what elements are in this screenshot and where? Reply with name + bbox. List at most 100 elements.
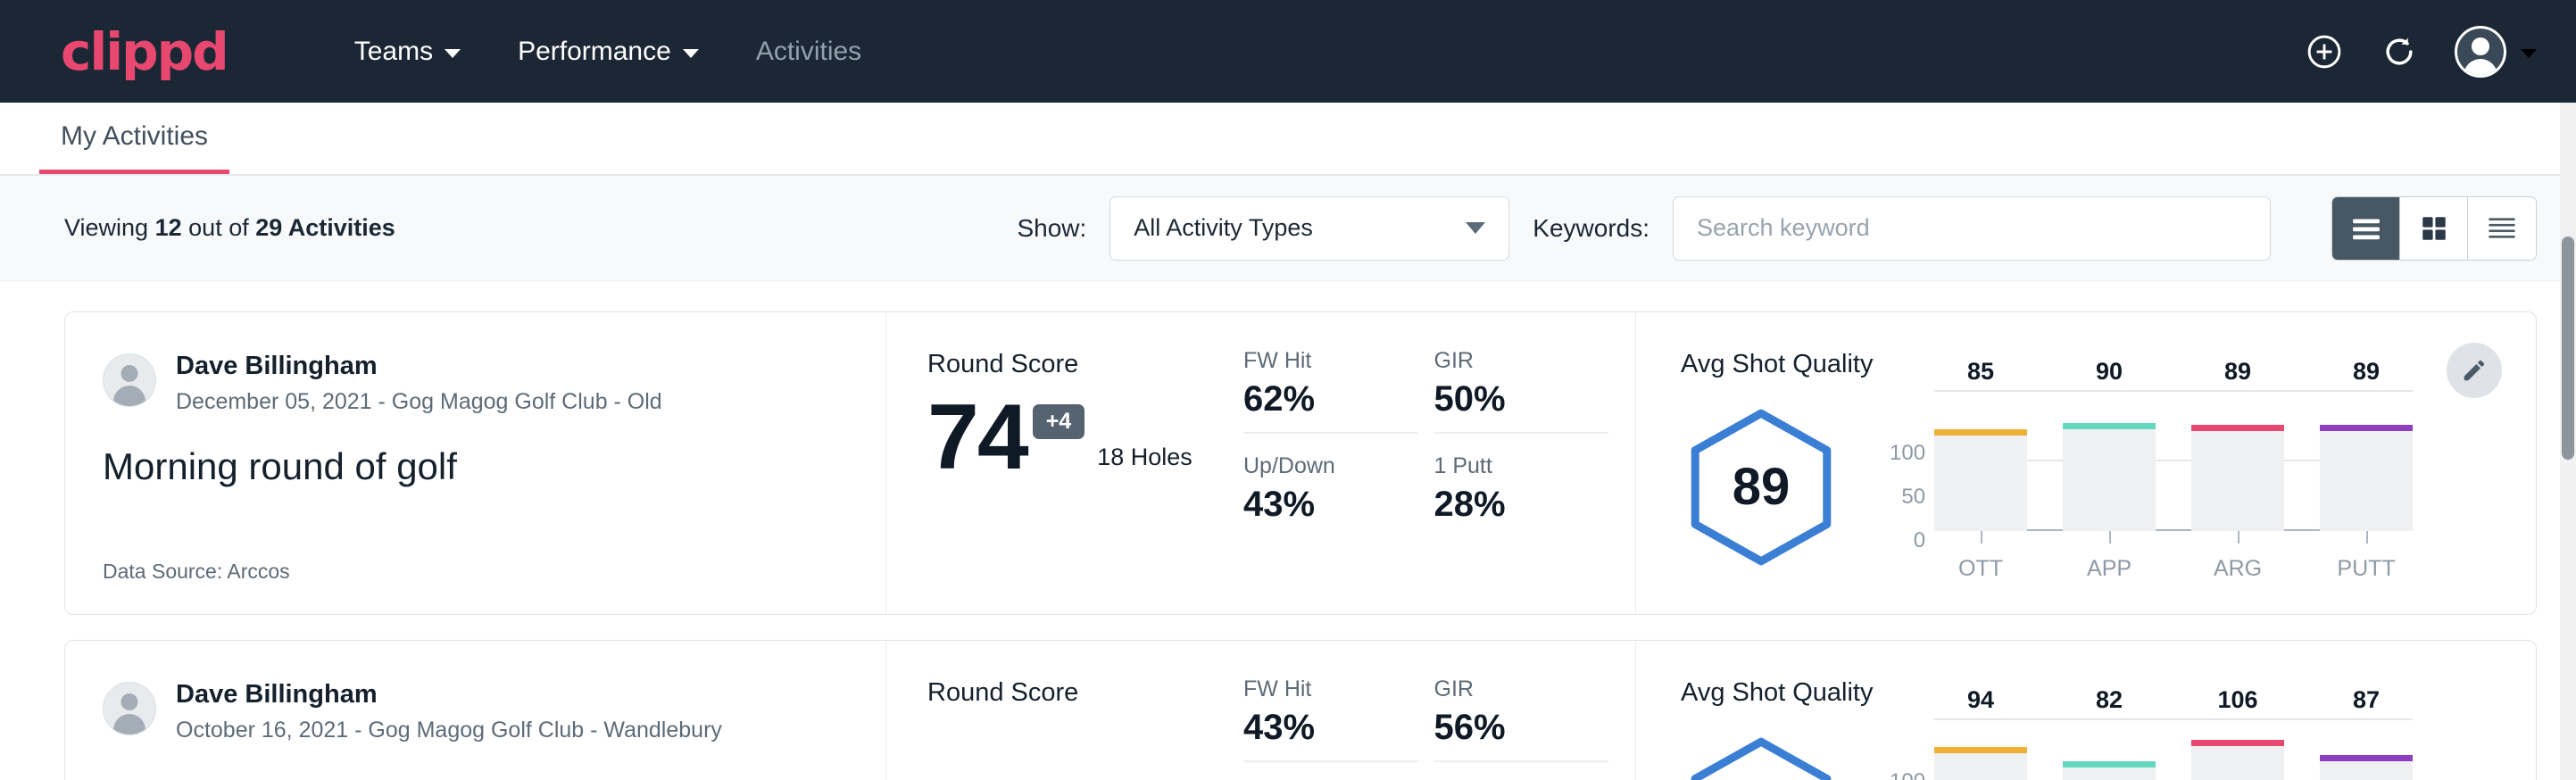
chart-bar-cap [2063, 423, 2156, 429]
keywords-label: Keywords: [1533, 214, 1649, 243]
avg-shot-quality-label: Avg Shot Quality [1681, 350, 2429, 379]
chevron-down-icon [445, 49, 461, 58]
activity-card[interactable]: Dave Billingham December 05, 2021 - Gog … [64, 311, 2537, 615]
chevron-down-icon [1466, 222, 1485, 234]
y-tick: 100 [1890, 443, 1925, 464]
nav-item-teams[interactable]: Teams [326, 37, 489, 67]
plus-circle-icon[interactable] [2305, 32, 2344, 71]
avg-shot-quality-column: Avg Shot Quality 89 100 50 0 85908989 [1636, 312, 2536, 614]
holes-played-label: 18 Holes [1097, 444, 1192, 482]
tab-my-activities[interactable]: My Activities [39, 121, 229, 174]
chevron-down-icon [2521, 49, 2537, 58]
stat-label: 1 Putt [1434, 453, 1609, 479]
stat-value: 50% [1434, 379, 1583, 419]
chart-bar-value: 89 [2320, 358, 2413, 386]
chart-x-label: PUTT [2320, 556, 2413, 582]
chart-bar [2063, 423, 2156, 531]
chart-bar-column: 89 [2320, 392, 2413, 531]
round-score-value: 74 [927, 394, 1027, 482]
score-to-par-badge: +4 [1033, 404, 1085, 439]
chart-bar-cap [2191, 740, 2284, 746]
view-mode-list-button[interactable] [2332, 197, 2400, 260]
activity-card[interactable]: Dave Billingham October 16, 2021 - Gog M… [64, 640, 2537, 780]
player-header: Dave Billingham December 05, 2021 - Gog … [103, 350, 850, 415]
nav-item-performance[interactable]: Performance [489, 37, 727, 67]
filter-toolbar: Viewing 12 out of 29 Activities Show: Al… [0, 176, 2576, 281]
stat-label: Up/Down [1243, 453, 1418, 479]
view-mode-toggle-group [2331, 196, 2537, 261]
chart-bar-value: 90 [2063, 358, 2156, 386]
avg-shot-quality-body: 100 50 0 948210687 OTTAPPARGPUTT [1681, 718, 2429, 780]
clippd-logo[interactable]: clippd [61, 21, 228, 82]
chart-bar [2063, 761, 2156, 780]
round-score-value-row: 74 +4 18 Holes [927, 394, 1243, 482]
activity-list: Dave Billingham December 05, 2021 - Gog … [0, 281, 2576, 780]
activity-type-select[interactable]: All Activity Types [1109, 196, 1509, 261]
stat-gir: GIR 56% [1434, 676, 1609, 762]
tab-bar: My Activities [0, 103, 2576, 176]
chevron-down-icon [683, 49, 699, 58]
activity-title: Morning round of golf [103, 445, 850, 488]
chart-y-axis: 100 50 0 [1890, 443, 1925, 582]
vertical-scrollbar[interactable] [2560, 103, 2576, 780]
view-mode-compact-button[interactable] [2468, 197, 2536, 260]
stat-label: GIR [1434, 348, 1583, 374]
edit-activity-button[interactable] [2447, 343, 2502, 398]
stat-value: 43% [1243, 708, 1392, 748]
chart-bar-cap [2320, 755, 2413, 761]
stat-fw-hit: FW Hit 62% [1243, 348, 1418, 434]
shot-quality-hexagon [1681, 735, 1841, 780]
nav-item-activities-label: Activities [756, 37, 861, 67]
stat-value: 56% [1434, 708, 1583, 748]
shot-quality-hexagon: 89 [1681, 407, 1841, 568]
chart-x-tick [1981, 531, 1982, 544]
nav-item-activities[interactable]: Activities [727, 37, 890, 67]
round-score-column: Round Score [886, 641, 1243, 780]
account-menu[interactable] [2455, 26, 2537, 78]
y-tick: 0 [1890, 530, 1925, 552]
chart-bar-cap [2063, 761, 2156, 768]
activity-info-column: Dave Billingham October 16, 2021 - Gog M… [65, 641, 886, 780]
scrollbar-thumb[interactable] [2562, 236, 2574, 460]
show-label: Show: [1017, 214, 1086, 243]
round-score-label: Round Score [927, 350, 1243, 379]
data-source-label: Data Source: Arccos [103, 529, 850, 584]
chart-x-tick [2109, 531, 2111, 544]
nav-actions [2305, 26, 2537, 78]
chart-bar-cap [1934, 747, 2027, 753]
player-name: Dave Billingham [176, 350, 662, 382]
refresh-icon[interactable] [2380, 32, 2419, 71]
shot-quality-score: 89 [1681, 407, 1841, 568]
activity-stats-grid: FW Hit 62% GIR 50% Up/Down 43% 1 Putt 28… [1243, 312, 1636, 614]
view-mode-grid-button[interactable] [2400, 197, 2468, 260]
chart-plot-area: 85908989 OTTAPPARGPUTT [1934, 392, 2413, 582]
avatar [2455, 26, 2506, 78]
top-navigation-bar: clippd Teams Performance Activities [0, 0, 2576, 103]
stat-label: FW Hit [1243, 676, 1392, 702]
viewing-prefix: Viewing [64, 214, 148, 241]
viewing-total: 29 Activities [255, 214, 395, 241]
avatar [103, 353, 156, 407]
filter-controls: Show: All Activity Types Keywords: [1017, 196, 2537, 261]
activity-meta: October 16, 2021 - Gog Magog Golf Club -… [176, 718, 722, 743]
activity-stats-grid: FW Hit 43% GIR 56% [1243, 641, 1636, 780]
chart-bars: 948210687 [1934, 720, 2413, 780]
viewing-count: 12 [155, 214, 182, 241]
shot-quality-bar-chart: 100 50 0 85908989 OTTAPPARGPUTT [1890, 392, 2413, 582]
stat-label: FW Hit [1243, 348, 1392, 374]
primary-nav-links: Teams Performance Activities [326, 37, 890, 67]
activity-info-column: Dave Billingham December 05, 2021 - Gog … [65, 312, 886, 614]
viewing-middle: out of [188, 214, 249, 241]
chart-bar [1934, 747, 2027, 780]
shot-quality-bar-chart: 100 50 0 948210687 OTTAPPARGPUTT [1890, 720, 2413, 780]
search-input[interactable] [1673, 196, 2271, 261]
player-name: Dave Billingham [176, 678, 722, 710]
chart-bars: 85908989 [1934, 392, 2413, 531]
stat-gir: GIR 50% [1434, 348, 1609, 434]
chart-bar-value: 94 [1934, 686, 2027, 714]
round-score-column: Round Score 74 +4 18 Holes [886, 312, 1243, 614]
activity-meta: December 05, 2021 - Gog Magog Golf Club … [176, 389, 662, 415]
chart-bar [2320, 755, 2413, 780]
chart-bar-value: 106 [2191, 686, 2284, 714]
viewing-count-text: Viewing 12 out of 29 Activities [64, 214, 395, 242]
